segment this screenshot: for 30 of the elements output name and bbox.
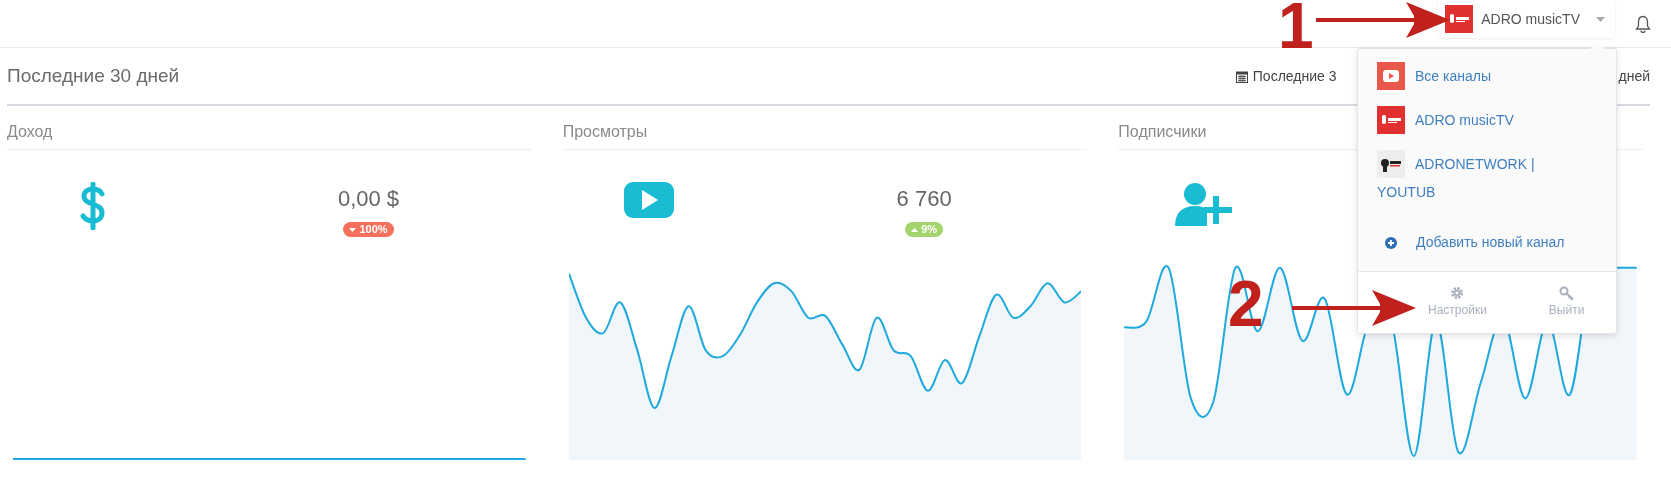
change-badge: 100% [343, 222, 394, 237]
channel-logo-icon [1377, 106, 1405, 134]
date-range-label[interactable]: Последние 3 [1252, 65, 1337, 87]
calendar-icon [1235, 69, 1248, 83]
change-badge: 9% [905, 222, 944, 237]
channel-logo-icon [1377, 150, 1405, 178]
logout-button[interactable]: Выйти [1548, 286, 1585, 319]
annotation-number: 1 [1278, 0, 1314, 58]
gear-icon [1450, 286, 1465, 300]
channel-link[interactable]: ADRONETWORK | YOUTUB [1377, 150, 1577, 206]
channel-logo-icon [1445, 5, 1474, 33]
date-range-label[interactable]: дней [1618, 65, 1650, 87]
channel-link[interactable]: Все каналы [1377, 62, 1597, 90]
video-play-icon [1377, 62, 1405, 90]
bell-icon[interactable] [1635, 14, 1651, 33]
metric-value: 6 760 [896, 185, 952, 213]
add-circle-icon [1385, 236, 1397, 249]
section-title: Последние 30 дней [7, 63, 180, 88]
card-title: Доход [7, 106, 532, 150]
key-icon [1558, 286, 1575, 300]
card-title: Просмотры [562, 106, 1088, 150]
settings-button[interactable]: Настройки [1428, 286, 1487, 319]
channel-link[interactable]: ADRO musicTV [1377, 106, 1597, 134]
caret-icon [1596, 16, 1605, 22]
play-button-icon [623, 182, 674, 218]
channel-switcher-button[interactable]: ADRO musicTV [1438, 0, 1615, 38]
add-channel-link[interactable]: Добавить новый канал [1416, 232, 1565, 253]
add-user-icon [1175, 182, 1234, 226]
dollar-icon [79, 182, 108, 230]
metric-value: 0,00 $ [337, 185, 400, 213]
